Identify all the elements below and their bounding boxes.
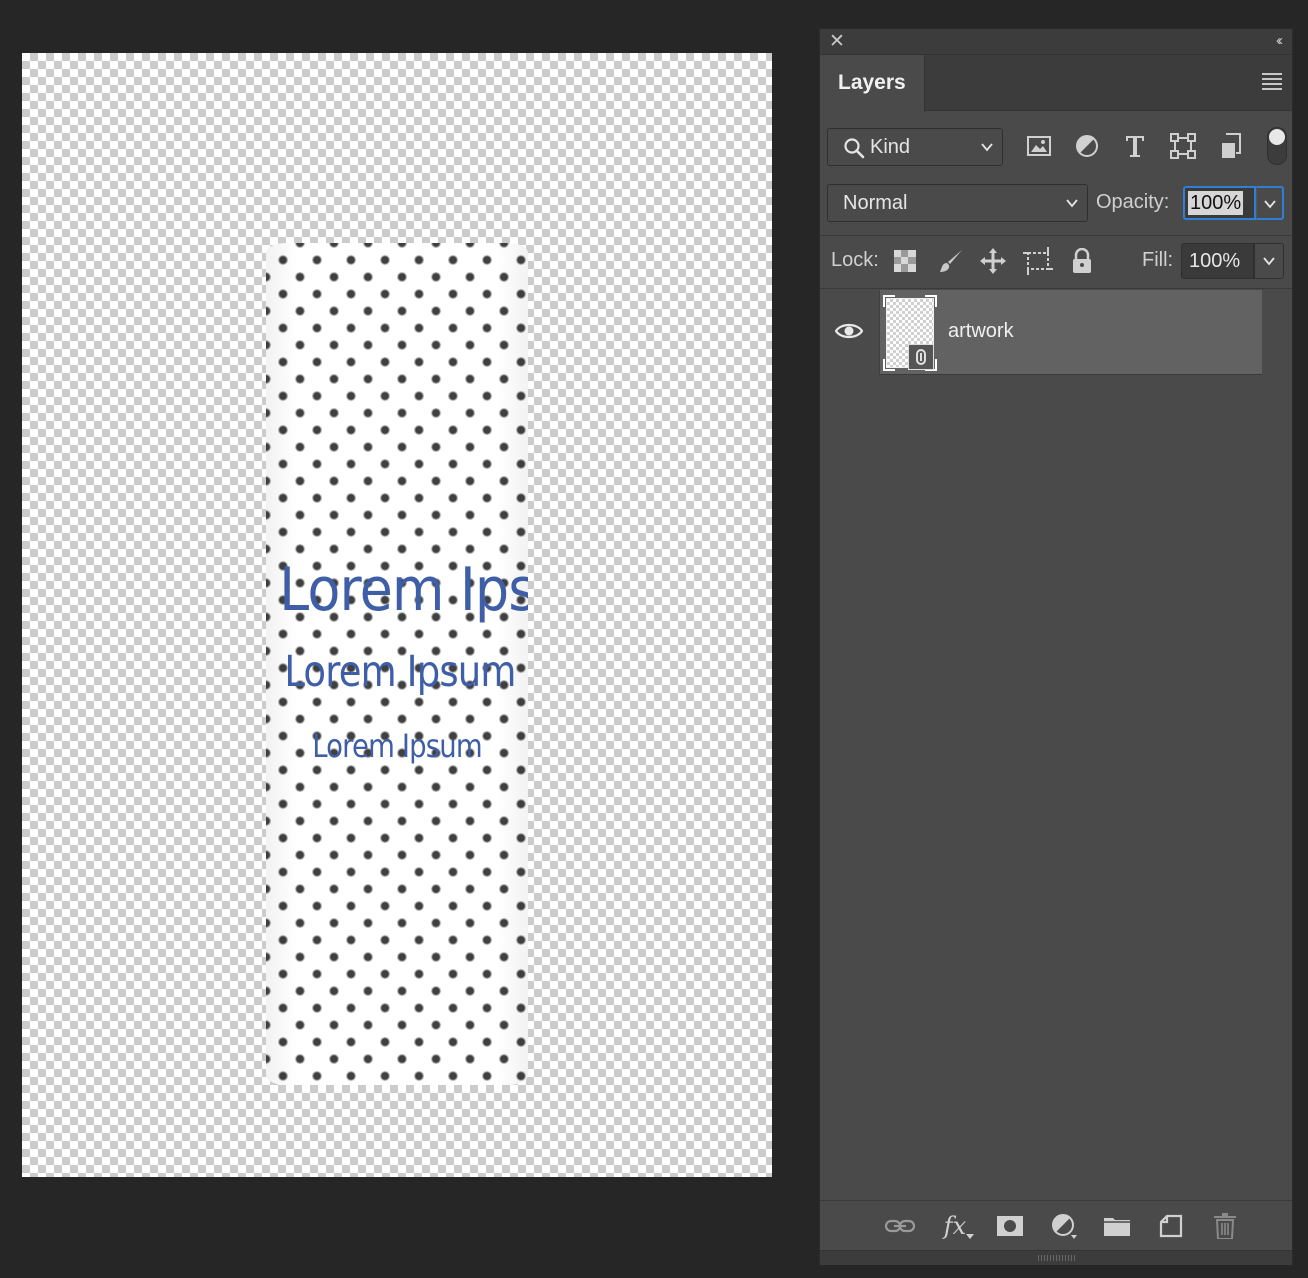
lock-artboard-icon[interactable] bbox=[1023, 246, 1053, 276]
lock-position-icon[interactable] bbox=[978, 246, 1008, 276]
chevron-down-icon bbox=[1264, 200, 1276, 209]
fx-icon[interactable]: fx bbox=[938, 1209, 974, 1243]
adjustment-layer-icon[interactable] bbox=[1047, 1209, 1081, 1243]
smart-object-filter-icon[interactable] bbox=[1217, 129, 1245, 163]
panel-titlebar[interactable]: ✕ ‹‹ bbox=[820, 29, 1292, 55]
delete-layer-icon[interactable] bbox=[1208, 1209, 1242, 1243]
resize-grip-icon bbox=[1038, 1255, 1076, 1261]
fill-input[interactable]: 100% bbox=[1181, 243, 1254, 279]
chevron-down-icon bbox=[1263, 257, 1275, 266]
layers-bottom-toolbar: fx bbox=[820, 1200, 1292, 1250]
double-chevron-left-icon[interactable]: ‹‹ bbox=[1276, 31, 1283, 51]
lock-label: Lock: bbox=[831, 249, 879, 271]
lock-transparent-pixels-icon[interactable] bbox=[890, 246, 920, 276]
artwork-layer-content[interactable]: Lorem Ipsum Lorem Ipsum Lorem Ipsum bbox=[266, 243, 528, 1085]
opacity-value: 100% bbox=[1188, 191, 1244, 215]
blend-mode-dropdown[interactable]: Normal bbox=[827, 184, 1088, 222]
lock-image-pixels-icon[interactable] bbox=[936, 246, 966, 276]
blend-mode-value: Normal bbox=[843, 192, 908, 214]
artwork-text-line-2: Lorem Ipsum bbox=[284, 647, 516, 697]
shape-filter-icon[interactable] bbox=[1169, 129, 1197, 163]
layer-row-artwork[interactable]: artwork bbox=[820, 290, 1262, 375]
opacity-label: Opacity: bbox=[1096, 191, 1170, 213]
smart-object-badge-icon bbox=[908, 344, 934, 370]
tab-layers[interactable]: Layers bbox=[820, 55, 925, 112]
layer-name[interactable]: artwork bbox=[948, 320, 1014, 343]
document-canvas[interactable]: Lorem Ipsum Lorem Ipsum Lorem Ipsum bbox=[22, 53, 772, 1177]
filter-kind-label: Kind bbox=[870, 136, 911, 158]
type-filter-icon[interactable] bbox=[1121, 129, 1149, 163]
panel-tab-bar: Layers bbox=[820, 55, 1292, 112]
lock-row: Lock: Fill: 100% bbox=[820, 235, 1292, 289]
opacity-input[interactable]: 100% bbox=[1183, 186, 1256, 220]
adjustment-filter-icon[interactable] bbox=[1073, 129, 1101, 163]
visibility-cell[interactable] bbox=[820, 290, 880, 375]
close-icon[interactable]: ✕ bbox=[829, 31, 845, 53]
layers-panel: ✕ ‹‹ Layers Kind Normal Opacity: 100% Lo… bbox=[819, 28, 1293, 1265]
lock-all-icon[interactable] bbox=[1067, 246, 1097, 276]
chevron-down-icon bbox=[1066, 199, 1078, 208]
eye-icon[interactable] bbox=[835, 320, 863, 342]
opacity-slider-toggle[interactable] bbox=[1256, 186, 1284, 220]
filter-kind-dropdown[interactable]: Kind bbox=[827, 128, 1003, 166]
search-icon bbox=[844, 138, 865, 159]
hamburger-menu-icon[interactable] bbox=[1262, 73, 1282, 90]
chevron-down-icon bbox=[981, 143, 993, 152]
add-mask-icon[interactable] bbox=[993, 1209, 1027, 1243]
fx-label: fx bbox=[943, 1212, 967, 1240]
fill-label: Fill: bbox=[1142, 249, 1174, 271]
fill-slider-toggle[interactable] bbox=[1254, 243, 1284, 279]
artwork-text-line-3: Lorem Ipsum bbox=[312, 727, 482, 765]
filter-toggle-switch[interactable] bbox=[1267, 127, 1287, 165]
new-layer-icon[interactable] bbox=[1154, 1209, 1188, 1243]
new-group-icon[interactable] bbox=[1100, 1209, 1134, 1243]
image-filter-icon[interactable] bbox=[1025, 129, 1053, 163]
artwork-text-line-1: Lorem Ipsum bbox=[279, 555, 528, 625]
panel-resize-handle[interactable] bbox=[820, 1250, 1292, 1265]
link-layers-icon[interactable] bbox=[883, 1209, 917, 1243]
